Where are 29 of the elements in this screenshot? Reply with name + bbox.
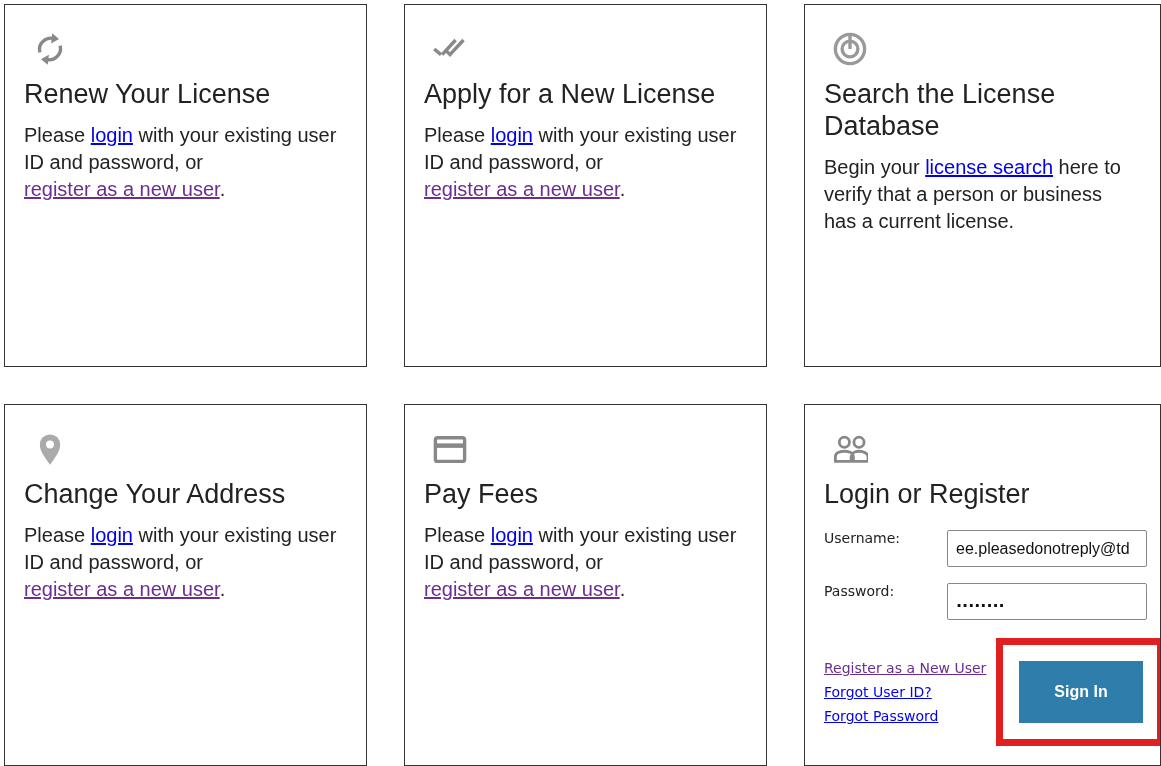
text-link[interactable]: login xyxy=(90,524,133,546)
card-title: Change Your Address xyxy=(24,478,286,510)
radar-icon xyxy=(832,31,868,67)
text-link[interactable]: login xyxy=(490,524,533,546)
card-title: Login or Register xyxy=(824,478,1030,510)
username-field[interactable]: ee.pleasedonotreply@td xyxy=(947,530,1147,567)
card-description: Please login with your existing user ID and password, or register as a new user. xyxy=(424,523,738,602)
card-description: Please login with your existing user ID and password, or register as a new user. xyxy=(24,123,338,202)
text-link[interactable]: login xyxy=(90,124,133,146)
card-title: Pay Fees xyxy=(424,478,539,510)
card-title: Apply for a New License xyxy=(424,78,716,110)
text-link[interactable]: Register as a New User xyxy=(824,656,987,680)
card-title: Search the License Database xyxy=(824,78,1057,142)
text-link[interactable]: license search xyxy=(925,156,1053,178)
text-link[interactable]: register as a new user xyxy=(424,578,620,600)
text-link[interactable]: register as a new user xyxy=(24,178,220,200)
card-title: Renew Your License xyxy=(24,78,271,110)
password-field[interactable]: ........ xyxy=(947,583,1147,620)
field-label: Password: xyxy=(824,583,896,599)
card-description: Begin your license search here to verify that a person or business has a current license. xyxy=(824,155,1122,234)
card-description: Please login with your existing user ID and password, or register as a new user. xyxy=(424,123,738,202)
text-link[interactable]: register as a new user xyxy=(24,578,220,600)
text-link[interactable]: Forgot User ID? xyxy=(824,680,932,704)
sign-in-button[interactable]: Sign In xyxy=(1019,661,1143,723)
field-label: Username: xyxy=(824,530,902,546)
text-link[interactable]: register as a new user xyxy=(424,178,620,200)
text-link[interactable]: Forgot Password xyxy=(824,704,939,728)
text-link[interactable]: login xyxy=(490,124,533,146)
card-description: Please login with your existing user ID and password, or register as a new user. xyxy=(24,523,338,602)
